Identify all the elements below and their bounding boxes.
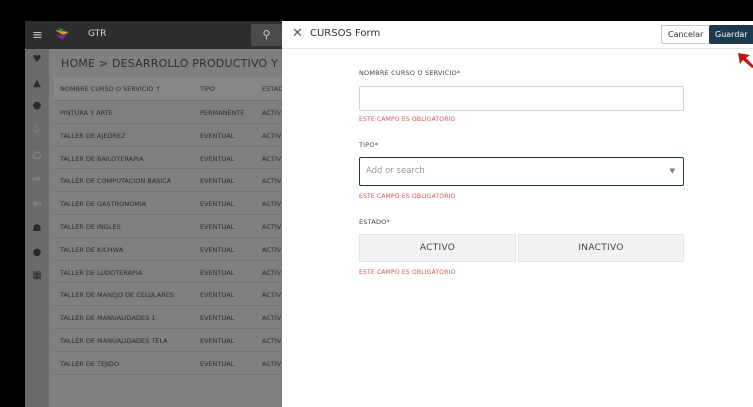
save-button[interactable]: Guardar bbox=[709, 25, 753, 44]
hexagon-icon[interactable]: ⬣ bbox=[25, 101, 49, 112]
close-icon[interactable]: ✕ bbox=[292, 26, 303, 41]
cell-tipo: EVENTUAL bbox=[200, 222, 235, 231]
tipo-placeholder: Add or search bbox=[366, 166, 425, 176]
table-row[interactable]: TALLER DE INGLES EVENTUAL ACTIV bbox=[54, 215, 282, 238]
cell-tipo: EVENTUAL bbox=[200, 359, 235, 368]
cell-tipo: EVENTUAL bbox=[200, 154, 235, 163]
form-title: CURSOS Form bbox=[310, 28, 381, 39]
cell-tipo: EVENTUAL bbox=[200, 291, 235, 300]
column-header-tipo[interactable]: TIPO bbox=[200, 85, 215, 93]
breadcrumb: HOME > DESARROLLO PRODUCTIVO Y ECONO bbox=[61, 57, 282, 70]
cell-estado: ACTIV bbox=[262, 268, 282, 277]
nombre-error: ESTE CAMPO ES OBLIGATORIO bbox=[359, 116, 456, 123]
cell-nombre: TALLER DE INGLES bbox=[60, 222, 121, 231]
nombre-label: NOMBRE CURSO O SERVICIO* bbox=[359, 69, 461, 77]
estado-option-inactivo[interactable]: INACTIVO bbox=[518, 234, 684, 262]
cell-nombre: TALLER DE AJEDREZ bbox=[60, 131, 126, 140]
table-row[interactable]: TALLER DE AJEDREZ EVENTUAL ACTIV bbox=[54, 124, 282, 147]
cell-tipo: EVENTUAL bbox=[200, 245, 235, 254]
user-icon[interactable]: ☗ bbox=[25, 223, 49, 234]
cell-tipo: PERMANENTE bbox=[200, 109, 245, 117]
cell-estado: ACTIV bbox=[262, 222, 282, 231]
cell-nombre: TALLER DE KICHWA bbox=[60, 245, 124, 254]
menu-icon[interactable]: ≡ bbox=[32, 28, 43, 43]
table-row[interactable]: TALLER DE LUDOTERAPIA EVENTUAL ACTIV bbox=[54, 261, 282, 284]
cursos-form-drawer: ✕ CURSOS Form Cancelar Guardar NOMBRE CU… bbox=[282, 21, 753, 407]
cell-tipo: EVENTUAL bbox=[200, 131, 235, 140]
cell-tipo: EVENTUAL bbox=[200, 314, 235, 323]
cell-nombre: TALLER DE LUDOTERAPIA bbox=[60, 268, 143, 277]
cell-estado: ACTIV bbox=[262, 200, 282, 209]
cell-estado: ACTIV bbox=[262, 314, 282, 323]
cell-estado: ACTIV bbox=[262, 177, 282, 186]
arrow-left-icon[interactable]: ⇦ bbox=[25, 199, 49, 210]
app-topbar: ≡ GTR ⚲ bbox=[25, 21, 282, 49]
table-row[interactable]: TALLER DE MANUALIDADES 1 EVENTUAL ACTIV bbox=[54, 306, 282, 329]
column-header-estado[interactable]: ESTAD bbox=[262, 85, 282, 93]
estado-error: ESTE CAMPO ES OBLIGATORIO bbox=[359, 269, 456, 276]
tipo-label: TIPO* bbox=[359, 141, 379, 149]
cell-tipo: EVENTUAL bbox=[200, 268, 235, 277]
cell-tipo: EVENTUAL bbox=[200, 200, 235, 209]
cell-nombre: TALLER DE GASTRONOMIA bbox=[60, 200, 147, 209]
nombre-input[interactable] bbox=[359, 86, 684, 111]
cell-nombre: TALLER DE MANUALIDADES TELA bbox=[60, 336, 168, 345]
grid-icon[interactable]: ▦ bbox=[25, 270, 49, 281]
app-brand: GTR bbox=[88, 29, 107, 39]
circle-icon[interactable]: ○ bbox=[25, 150, 49, 161]
tipo-error: ESTE CAMPO ES OBLIGATORIO bbox=[359, 193, 456, 200]
cancel-button[interactable]: Cancelar bbox=[661, 25, 711, 44]
tipo-select[interactable]: Add or search ▼ bbox=[359, 157, 684, 186]
cell-tipo: EVENTUAL bbox=[200, 336, 235, 345]
table-row[interactable]: PINTURA Y ARTE PERMANENTE ACTIV bbox=[54, 101, 282, 124]
content-area: HOME > DESARROLLO PRODUCTIVO Y ECONO NOM… bbox=[49, 49, 282, 407]
cell-tipo: EVENTUAL bbox=[200, 177, 235, 186]
info-icon[interactable]: ● bbox=[25, 247, 49, 258]
cell-nombre: TALLER DE MANUALIDADES 1 bbox=[60, 314, 156, 323]
cell-nombre: TALLER DE MANEJO DE CELULARES bbox=[60, 291, 174, 300]
triangle-icon[interactable]: ▲ bbox=[25, 78, 49, 89]
cell-nombre: PINTURA Y ARTE bbox=[60, 109, 113, 117]
icon-rail: ♥ ▲ ⬣ ♤ ○ ⇨ ⇦ ☗ ● ▦ bbox=[25, 49, 49, 407]
cell-nombre: TALLER DE BAILOTERAPIA bbox=[60, 154, 144, 163]
cell-estado: ACTIV bbox=[262, 291, 282, 300]
table-row[interactable]: TALLER DE KICHWA EVENTUAL ACTIV bbox=[54, 238, 282, 261]
arrow-right-icon[interactable]: ⇨ bbox=[25, 174, 49, 185]
courses-table: NOMBRE CURSO O SERVICIO ↑ TIPO ESTAD PIN… bbox=[54, 77, 282, 375]
estado-label: ESTADO* bbox=[359, 218, 390, 226]
cell-nombre: TALLER DE TEJIDO bbox=[60, 359, 120, 368]
arrow-pointer-icon bbox=[738, 53, 753, 68]
table-row[interactable]: TALLER DE MANUALIDADES TELA EVENTUAL ACTIV bbox=[54, 329, 282, 352]
cell-estado: ACTIV bbox=[262, 109, 282, 117]
cell-nombre: TALLER DE COMPUTACION BASICA bbox=[60, 177, 172, 186]
table-row[interactable]: TALLER DE COMPUTACION BASICA EVENTUAL ACTI… bbox=[54, 169, 282, 193]
table-row[interactable]: TALLER DE BAILOTERAPIA EVENTUAL ACTIV bbox=[54, 147, 282, 170]
column-header-nombre[interactable]: NOMBRE CURSO O SERVICIO ↑ bbox=[60, 85, 161, 93]
heart-icon[interactable]: ♥ bbox=[25, 54, 49, 65]
cell-estado: ACTIV bbox=[262, 154, 282, 163]
table-row[interactable]: TALLER DE GASTRONOMIA EVENTUAL ACTIV bbox=[54, 192, 282, 215]
chevron-down-icon[interactable]: ▼ bbox=[670, 167, 675, 175]
cell-estado: ACTIV bbox=[262, 131, 282, 140]
app-window: ≡ GTR ⚲ ♥ ▲ ⬣ ♤ ○ ⇨ ⇦ ☗ ● ▦ HOME > DESAR… bbox=[25, 21, 753, 407]
bell-icon[interactable]: ♤ bbox=[25, 125, 49, 136]
cell-estado: ACTIV bbox=[262, 336, 282, 345]
cell-estado: ACTIV bbox=[262, 359, 282, 368]
search-icon[interactable]: ⚲ bbox=[251, 24, 282, 46]
table-row[interactable]: TALLER DE TEJIDO EVENTUAL ACTIV bbox=[54, 352, 282, 375]
estado-option-activo[interactable]: ACTIVO bbox=[359, 234, 516, 262]
form-header: ✕ CURSOS Form Cancelar Guardar bbox=[282, 21, 753, 49]
logo-icon bbox=[55, 28, 69, 40]
table-header: NOMBRE CURSO O SERVICIO ↑ TIPO ESTAD bbox=[54, 77, 282, 101]
cell-estado: ACTIV bbox=[262, 245, 282, 254]
table-row[interactable]: TALLER DE MANEJO DE CELULARES EVENTUAL ACT… bbox=[54, 283, 282, 307]
background-app: ≡ GTR ⚲ ♥ ▲ ⬣ ♤ ○ ⇨ ⇦ ☗ ● ▦ HOME > DESAR… bbox=[25, 21, 282, 407]
